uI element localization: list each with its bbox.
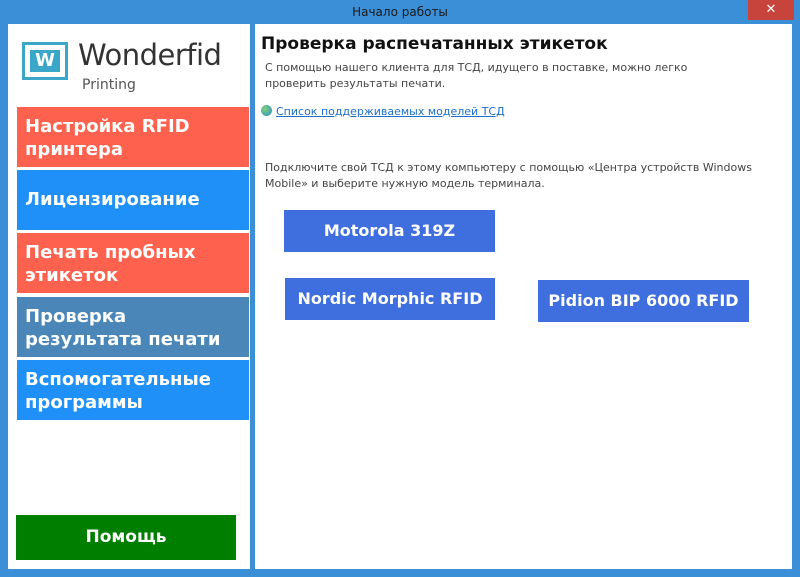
help-button[interactable]: Помощь bbox=[16, 515, 236, 560]
device-button-motorola-319z[interactable]: Motorola 319Z bbox=[284, 210, 495, 252]
application-window: Начало работы ✕ W Wonderfid Printing Нас… bbox=[0, 0, 800, 577]
sidebar-item-label: Проверка результата печати bbox=[25, 306, 221, 350]
sidebar-item-print-result-check[interactable]: Проверка результата печати bbox=[17, 297, 249, 357]
intro-text: С помощью нашего клиента для ТСД, идущег… bbox=[265, 61, 688, 90]
title-bar: Начало работы ✕ bbox=[0, 0, 800, 24]
window-title: Начало работы bbox=[352, 5, 448, 19]
device-button-pidion-bip-6000-rfid[interactable]: Pidion BIP 6000 RFID bbox=[538, 280, 749, 322]
sidebar-item-label: Вспомогательные программы bbox=[25, 369, 211, 413]
sidebar-item-test-label-printing[interactable]: Печать пробных этикеток bbox=[17, 233, 249, 293]
supported-models-link-row: Список поддерживаемых моделей ТСД bbox=[261, 105, 505, 118]
sidebar-item-rfid-printer-setup[interactable]: Настройка RFID принтера bbox=[17, 107, 249, 167]
main-panel: Проверка распечатанных этикеток С помощь… bbox=[255, 24, 792, 569]
sidebar: W Wonderfid Printing Настройка RFID прин… bbox=[8, 24, 250, 569]
instruction-text: Подключите свой ТСД к этому компьютеру с… bbox=[265, 161, 752, 190]
device-button-nordic-morphic-rfid[interactable]: Nordic Morphic RFID bbox=[285, 278, 495, 320]
sidebar-item-label: Лицензирование bbox=[25, 189, 200, 210]
logo-mark-letter: W bbox=[30, 50, 60, 72]
page-title: Проверка распечатанных этикеток bbox=[261, 34, 608, 54]
globe-icon bbox=[261, 105, 272, 116]
logo-subtitle: Printing bbox=[82, 77, 136, 93]
sidebar-item-licensing[interactable]: Лицензирование bbox=[17, 170, 249, 230]
sidebar-item-label: Печать пробных этикеток bbox=[25, 242, 196, 286]
sidebar-item-label: Настройка RFID принтера bbox=[25, 116, 190, 160]
close-button[interactable]: ✕ bbox=[748, 0, 794, 20]
sidebar-item-utility-programs[interactable]: Вспомогательные программы bbox=[17, 360, 249, 420]
supported-models-link[interactable]: Список поддерживаемых моделей ТСД bbox=[276, 105, 505, 118]
logo-name: Wonderfid bbox=[78, 38, 222, 72]
logo-mark-icon: W bbox=[22, 42, 68, 80]
logo: W Wonderfid Printing bbox=[22, 38, 232, 98]
